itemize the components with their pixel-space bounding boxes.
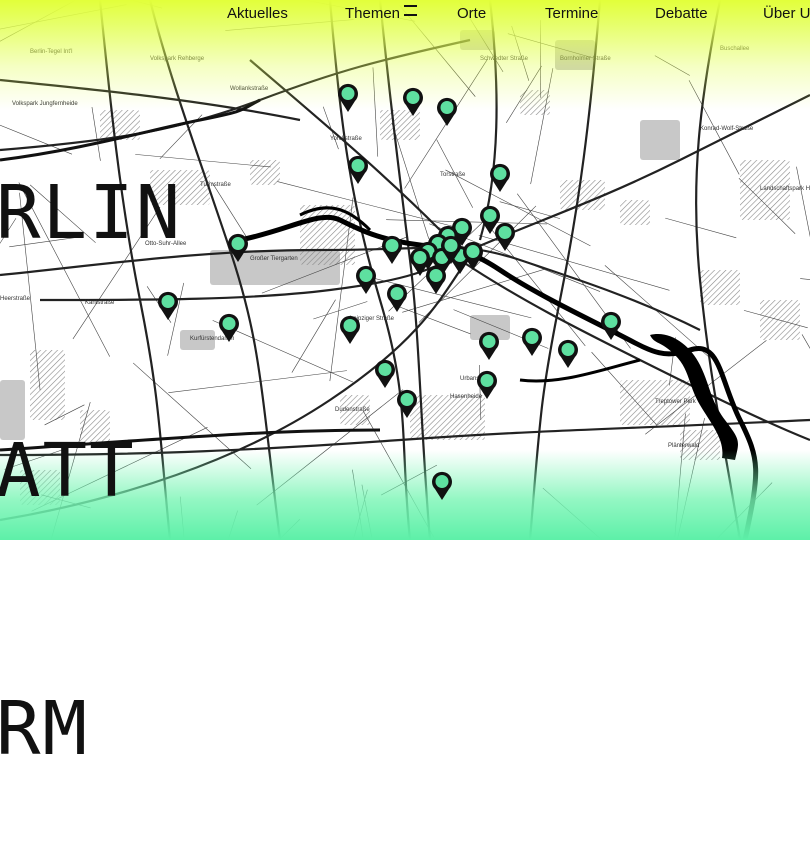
nav-aktuelles[interactable]: Aktuelles — [227, 5, 288, 22]
location-marker[interactable] — [408, 247, 432, 277]
park-area — [700, 270, 740, 305]
map-label: Dudenstraße — [335, 407, 370, 413]
menu-icon — [404, 5, 417, 16]
map-label: Yorckstraße — [330, 136, 362, 142]
location-marker[interactable] — [435, 97, 459, 127]
location-marker[interactable] — [395, 389, 419, 419]
location-marker[interactable] — [461, 241, 485, 271]
location-marker[interactable] — [346, 155, 370, 185]
logo-line-1: RLIN — [0, 170, 182, 256]
location-marker[interactable] — [493, 222, 517, 252]
nav-themen[interactable]: Themen — [345, 5, 417, 22]
nav-ueber-uns[interactable]: Über U — [763, 5, 810, 22]
park-area — [640, 120, 680, 160]
main-navigation: Aktuelles Themen Orte Termine Debatte Üb… — [215, 0, 810, 30]
logo-line-3: RM — [0, 686, 182, 772]
location-marker[interactable] — [385, 283, 409, 313]
location-marker[interactable] — [477, 331, 501, 361]
location-marker[interactable] — [520, 327, 544, 357]
park-area — [620, 200, 650, 225]
map-label: Wollankstraße — [230, 86, 269, 92]
location-marker[interactable] — [380, 235, 404, 265]
map-label: Turmstraße — [200, 182, 231, 188]
location-marker[interactable] — [338, 315, 362, 345]
nav-termine[interactable]: Termine — [545, 5, 598, 22]
nav-themen-label: Themen — [345, 5, 400, 22]
nav-debatte[interactable]: Debatte — [655, 5, 708, 22]
map-label: Torstraße — [440, 172, 466, 178]
location-marker[interactable] — [373, 359, 397, 389]
map-label: Schwedter Straße — [480, 56, 529, 62]
location-marker[interactable] — [475, 370, 499, 400]
location-marker[interactable] — [488, 163, 512, 193]
park-area — [250, 160, 280, 185]
map-label: Buschallee — [720, 46, 750, 52]
map-label: Landschaftspark Herzberge — [760, 186, 810, 192]
location-marker[interactable] — [217, 313, 241, 343]
location-marker[interactable] — [226, 233, 250, 263]
map-label: Plänterwald — [668, 443, 699, 449]
location-marker[interactable] — [599, 311, 623, 341]
park-area — [560, 180, 605, 210]
park-area — [555, 40, 595, 70]
location-marker[interactable] — [556, 339, 580, 369]
map-label: Konrad-Wolf-Straße — [700, 126, 754, 132]
map-label: Großer Tiergarten — [250, 256, 298, 262]
nav-orte[interactable]: Orte — [457, 5, 486, 22]
map-label: Treptower Park — [655, 399, 697, 405]
site-logo[interactable]: RLIN ATT RM — [0, 0, 182, 858]
location-marker[interactable] — [439, 235, 463, 265]
location-marker[interactable] — [336, 83, 360, 113]
logo-line-2: ATT — [0, 428, 182, 514]
location-marker[interactable] — [430, 471, 454, 501]
location-marker[interactable] — [401, 87, 425, 117]
location-marker[interactable] — [354, 265, 378, 295]
map-label: Bornholmer Straße — [560, 56, 611, 62]
